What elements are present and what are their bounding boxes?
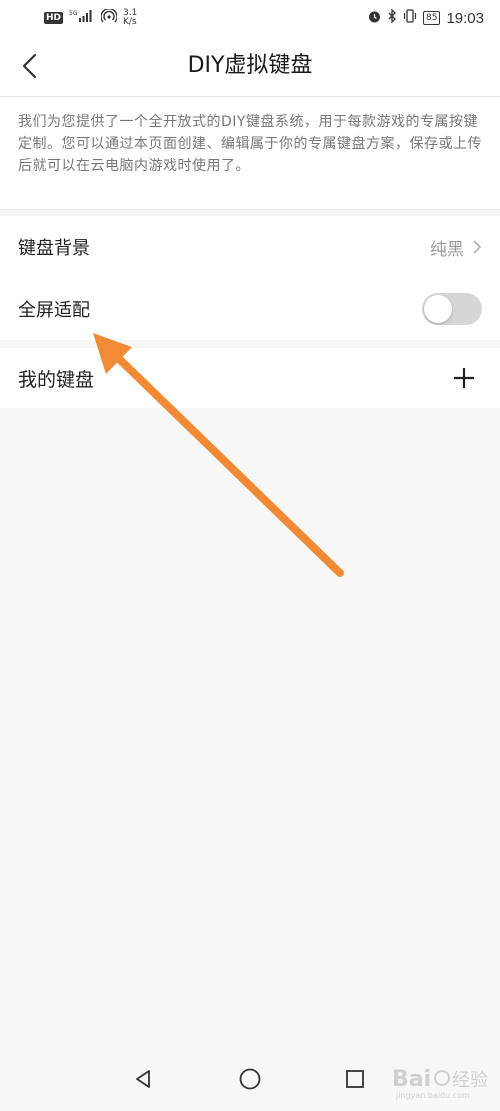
plus-icon xyxy=(454,368,474,388)
status-bar: HD 5G 3.1 K/s 85 19:03 xyxy=(0,0,500,36)
keyboard-background-value-group: 纯黑 xyxy=(430,235,482,260)
svg-text:jingyan.baidu.com: jingyan.baidu.com xyxy=(395,1091,470,1100)
hd-badge: HD xyxy=(44,12,64,24)
net-speed: 3.1 K/s xyxy=(123,9,137,27)
status-bar-left: HD 5G 3.1 K/s xyxy=(44,8,137,27)
battery-icon: 85 xyxy=(423,11,441,25)
keyboard-background-value: 纯黑 xyxy=(430,239,464,260)
fullscreen-fit-row: 全屏适配 xyxy=(0,278,500,340)
nav-back-button[interactable] xyxy=(127,1063,159,1095)
square-recents-icon xyxy=(346,1070,364,1088)
keyboard-background-label: 键盘背景 xyxy=(18,238,90,259)
svg-text:Bai: Bai xyxy=(392,1067,431,1092)
signal-icon: 5G xyxy=(69,9,95,27)
settings-list: 键盘背景 纯黑 全屏适配 xyxy=(0,216,500,340)
fullscreen-fit-toggle[interactable] xyxy=(422,293,482,325)
page-title: DIY虚拟键盘 xyxy=(187,53,313,78)
clock: 19:03 xyxy=(446,9,484,27)
bluetooth-icon xyxy=(388,8,397,27)
hotspot-icon xyxy=(100,8,118,27)
nav-recents-button[interactable] xyxy=(339,1063,371,1095)
status-bar-right: 85 19:03 xyxy=(367,8,484,28)
circle-home-icon xyxy=(239,1068,261,1090)
my-keyboard-section: 我的键盘 xyxy=(0,348,500,408)
net-speed-unit: K/s xyxy=(123,17,137,27)
keyboard-background-row[interactable]: 键盘背景 纯黑 xyxy=(0,216,500,278)
nav-home-button[interactable] xyxy=(234,1063,266,1095)
watermark-logo: Bai 经验 jingyan.baidu.com xyxy=(392,1067,488,1100)
toggle-knob xyxy=(424,295,452,323)
vibrate-icon xyxy=(403,9,417,27)
chevron-right-icon xyxy=(473,240,482,254)
chevron-left-icon xyxy=(22,53,37,79)
intro-text: 我们为您提供了一个全开放式的DIY键盘系统，用于每款游戏的专属按键定制。您可以通… xyxy=(18,114,482,174)
svg-text:经验: 经验 xyxy=(452,1070,488,1091)
alarm-icon xyxy=(367,9,382,28)
intro-description: 我们为您提供了一个全开放式的DIY键盘系统，用于每款游戏的专属按键定制。您可以通… xyxy=(0,96,500,210)
my-keyboard-label: 我的键盘 xyxy=(18,368,95,391)
fullscreen-fit-label: 全屏适配 xyxy=(18,300,90,321)
nav-header: DIY虚拟键盘 xyxy=(0,36,500,96)
add-keyboard-button[interactable] xyxy=(446,360,482,396)
signal-label: 5G xyxy=(69,10,78,17)
triangle-back-icon xyxy=(136,1070,150,1088)
back-button[interactable] xyxy=(10,46,50,86)
